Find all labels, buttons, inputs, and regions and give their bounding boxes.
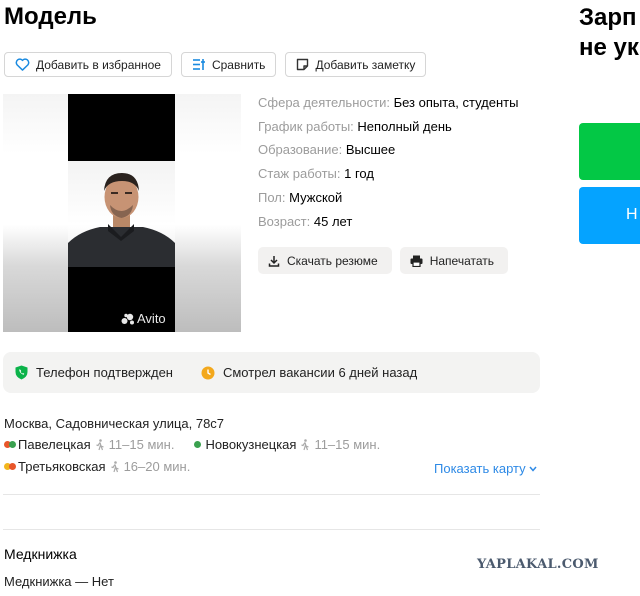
clock-icon bbox=[201, 366, 215, 379]
medical-book-title: Медкнижка bbox=[4, 546, 77, 562]
download-resume-button[interactable]: Скачать резюме bbox=[258, 247, 392, 274]
avito-watermark-text: Avito bbox=[137, 311, 166, 326]
salary-heading-line-1: Зарп bbox=[579, 4, 637, 31]
add-note-button[interactable]: Добавить заметку bbox=[285, 52, 427, 77]
last-viewed-label: Смотрел вакансии 6 дней назад bbox=[222, 365, 418, 380]
status-bar: Телефон подтвержден Смотрел вакансии 6 д… bbox=[3, 352, 540, 393]
medical-book-value: Медкнижка — Нет bbox=[4, 574, 114, 589]
divider bbox=[3, 529, 540, 530]
note-icon bbox=[297, 58, 309, 71]
metro-line-dots bbox=[4, 463, 16, 470]
printer-icon bbox=[410, 255, 423, 267]
metro-walk-time: 11–15 мин. bbox=[108, 437, 175, 452]
add-favorite-label: Добавить в избранное bbox=[36, 57, 161, 72]
metro-walk-time: 11–15 мин. bbox=[314, 437, 381, 452]
metro-line-dot bbox=[194, 441, 202, 448]
avito-logo-icon bbox=[121, 313, 134, 324]
candidate-photo[interactable]: Avito bbox=[3, 94, 241, 332]
fact-education: Образование: Высшее bbox=[258, 142, 396, 158]
show-map-link[interactable]: Показать карту bbox=[434, 461, 537, 476]
compare-button[interactable]: Сравнить bbox=[180, 52, 277, 77]
write-message-button[interactable]: Н bbox=[579, 187, 640, 244]
download-icon bbox=[268, 255, 280, 267]
write-message-label: Н bbox=[626, 206, 638, 223]
metro-station-name: Новокузнецкая bbox=[205, 437, 297, 452]
metro-row-2: Третьяковская 16–20 мин. bbox=[4, 459, 190, 474]
print-label: Напечатать bbox=[429, 253, 495, 268]
fact-schedule: График работы: Неполный день bbox=[258, 118, 452, 134]
salary-heading: Зарп не ук bbox=[579, 3, 639, 63]
walking-icon bbox=[110, 460, 119, 472]
metro-station-name: Павелецкая bbox=[18, 437, 91, 452]
resume-facts: Сфера деятельности: Без опыта, студенты … bbox=[258, 91, 518, 233]
metro-station-name: Третьяковская bbox=[18, 459, 106, 474]
add-note-label: Добавить заметку bbox=[315, 57, 416, 72]
show-phone-button[interactable] bbox=[579, 123, 640, 180]
salary-heading-line-2: не ук bbox=[579, 34, 639, 61]
metro-line-dots bbox=[4, 441, 16, 448]
show-map-label: Показать карту bbox=[434, 461, 526, 476]
resume-actions: Скачать резюме Напечатать bbox=[258, 247, 509, 274]
print-button[interactable]: Напечатать bbox=[399, 247, 509, 274]
fact-gender: Пол: Мужской bbox=[258, 189, 343, 205]
walking-icon bbox=[95, 438, 104, 450]
heart-icon bbox=[15, 58, 30, 71]
chevron-down-icon bbox=[529, 466, 537, 472]
phone-verified-label: Телефон подтвержден bbox=[36, 365, 173, 380]
phone-verified-status: Телефон подтвержден bbox=[15, 365, 173, 380]
add-favorite-button[interactable]: Добавить в избранное bbox=[4, 52, 172, 77]
compare-label: Сравнить bbox=[211, 57, 266, 72]
avito-watermark: Avito bbox=[121, 311, 166, 326]
fact-experience: Стаж работы: 1 год bbox=[258, 166, 374, 182]
fact-sphere: Сфера деятельности: Без опыта, студенты bbox=[258, 95, 519, 110]
metro-walk-time: 16–20 мин. bbox=[123, 459, 191, 474]
toolbar: Добавить в избранное Сравнить Добавить з… bbox=[4, 52, 427, 77]
metro-row-1: Павелецкая 11–15 мин. Новокузнецкая 11–1… bbox=[4, 437, 380, 452]
walking-icon bbox=[301, 438, 310, 450]
shield-phone-icon bbox=[15, 365, 28, 380]
fact-age: Возраст: 45 лет bbox=[258, 213, 353, 229]
address-text: Москва, Садовническая улица, 78с7 bbox=[4, 416, 225, 431]
site-watermark: YAPLAKAL.COM bbox=[477, 557, 599, 572]
candidate-portrait bbox=[68, 161, 175, 267]
last-viewed-status: Смотрел вакансии 6 дней назад bbox=[201, 365, 417, 380]
compare-icon bbox=[192, 59, 205, 70]
page-title: Модель bbox=[4, 3, 97, 30]
divider bbox=[3, 494, 540, 495]
download-resume-label: Скачать резюме bbox=[287, 253, 378, 268]
